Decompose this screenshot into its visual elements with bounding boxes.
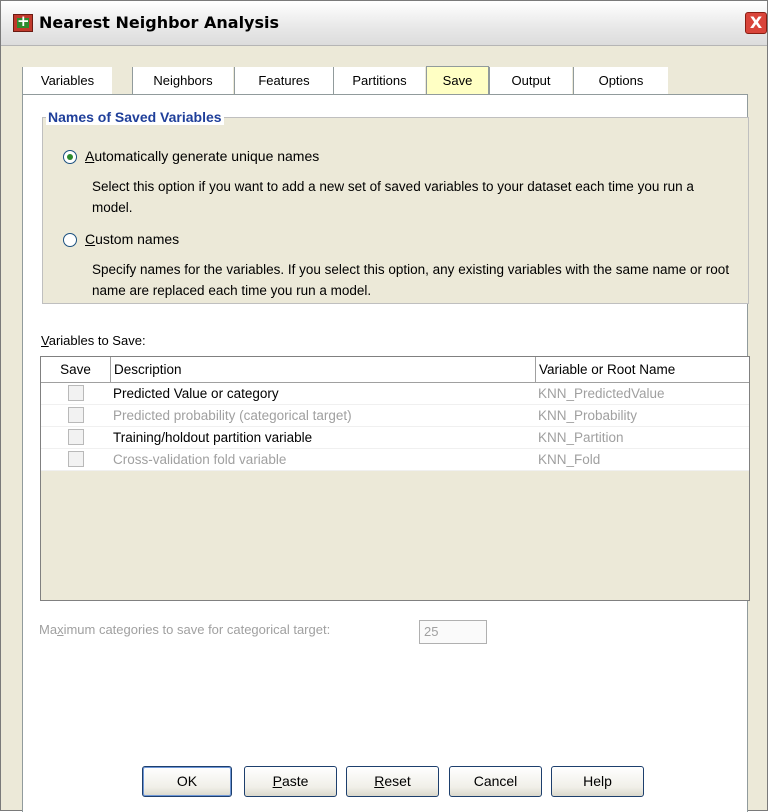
tab-variables[interactable]: Variables (22, 67, 112, 94)
tab-neighbors[interactable]: Neighbors (132, 67, 233, 94)
ok-button[interactable]: OK (142, 766, 232, 797)
max-categories-input: 25 (419, 620, 487, 644)
auto-names-label[interactable]: Automatically generate unique names (85, 148, 319, 164)
save-checkbox (68, 451, 84, 467)
auto-names-description: Select this option if you want to add a … (92, 179, 694, 215)
row-variable-name: KNN_Fold (538, 452, 601, 467)
table-row: Cross-validation fold variable KNN_Fold (41, 449, 749, 471)
custom-names-label[interactable]: Custom names (85, 231, 179, 247)
reset-button[interactable]: Reset (346, 766, 439, 797)
variables-to-save-label: Variables to Save: (41, 333, 146, 348)
row-variable-name[interactable]: KNN_Partition (538, 427, 624, 448)
save-checkbox (68, 407, 84, 423)
tab-options[interactable]: Options (573, 67, 668, 94)
close-button[interactable]: X (745, 12, 767, 34)
save-checkbox[interactable] (68, 385, 84, 401)
dialog-window: Nearest Neighbor Analysis X Variables Ne… (0, 0, 768, 812)
auto-names-radio[interactable] (63, 150, 77, 164)
max-categories-label: Maximum categories to save for categoric… (39, 622, 331, 637)
tab-partitions[interactable]: Partitions (333, 67, 425, 94)
column-header-save[interactable]: Save (41, 357, 111, 382)
save-checkbox[interactable] (68, 429, 84, 445)
app-icon (13, 12, 33, 32)
row-description: Training/holdout partition variable (113, 430, 313, 445)
title-bar[interactable]: Nearest Neighbor Analysis X (1, 1, 767, 46)
custom-names-description: Specify names for the variables. If you … (92, 262, 730, 298)
row-variable-name: KNN_Probability (538, 408, 638, 423)
row-description: Predicted Value or category (113, 386, 279, 401)
table-row: Predicted probability (categorical targe… (41, 405, 749, 427)
table-header: Save Description Variable or Root Name (41, 357, 749, 383)
table-row[interactable]: Predicted Value or category KNN_Predicte… (41, 383, 749, 405)
names-group-title: Names of Saved Variables (46, 109, 224, 125)
table-row[interactable]: Training/holdout partition variable KNN_… (41, 427, 749, 449)
column-header-name[interactable]: Variable or Root Name (536, 357, 749, 382)
cancel-button[interactable]: Cancel (449, 766, 542, 797)
variables-table[interactable]: Save Description Variable or Root Name P… (40, 356, 750, 601)
row-variable-name[interactable]: KNN_PredictedValue (538, 383, 665, 404)
row-description: Cross-validation fold variable (113, 452, 287, 467)
tab-features[interactable]: Features (234, 67, 333, 94)
column-header-description[interactable]: Description (111, 357, 536, 382)
tab-save[interactable]: Save (426, 66, 489, 96)
tab-output[interactable]: Output (489, 67, 572, 94)
window-title: Nearest Neighbor Analysis (39, 13, 280, 32)
help-button[interactable]: Help (551, 766, 644, 797)
paste-button[interactable]: Paste (244, 766, 337, 797)
custom-names-radio[interactable] (63, 233, 77, 247)
row-description: Predicted probability (categorical targe… (113, 408, 352, 423)
